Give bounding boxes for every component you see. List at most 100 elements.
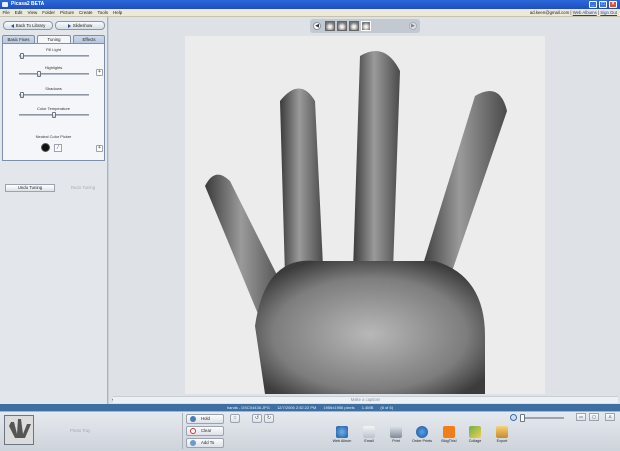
menu-create[interactable]: Create <box>77 9 96 17</box>
palm <box>255 260 485 394</box>
clear-label: Clear <box>201 428 212 433</box>
menu-picture[interactable]: Picture <box>57 9 76 17</box>
web-album-button[interactable]: Web Album <box>330 425 354 449</box>
tab-basic-fixes[interactable]: Basic Fixes <box>2 35 35 43</box>
blogthis-button[interactable]: BlogThis! <box>437 425 461 449</box>
menu-help[interactable]: Help <box>111 9 125 17</box>
status-index: (6 of 6) <box>380 405 394 410</box>
title-bar: Picasa2 BETA _ □ × <box>0 0 620 9</box>
undo-tuning-button[interactable]: Undo Tuning <box>5 184 55 192</box>
web-album-label: Web Album <box>332 439 352 443</box>
star-button[interactable]: ☆ <box>230 414 240 423</box>
filmstrip: ◀ ▶ <box>310 19 420 33</box>
menu-tools[interactable]: Tools <box>95 9 111 17</box>
print-icon <box>390 426 402 438</box>
auto-highlights-wand-icon[interactable]: ✦ <box>96 69 103 76</box>
color-temperature-label: Color Temperature <box>36 106 71 111</box>
next-arrow-icon[interactable]: ▶ <box>409 22 417 30</box>
export-button[interactable]: Export <box>490 425 514 449</box>
view-fit-button[interactable]: ▢ <box>589 413 599 421</box>
sign-out-link[interactable]: Sign Out <box>600 10 617 15</box>
rotate-left-button[interactable]: ↺ <box>252 414 262 423</box>
tab-effects[interactable]: Effects <box>73 35 105 43</box>
finger-middle <box>353 51 400 271</box>
email-button[interactable]: Email <box>357 425 381 449</box>
collage-button[interactable]: Collage <box>463 425 487 449</box>
neutral-color-picker-label: Neutral Color Picker <box>35 134 72 139</box>
back-arrow-icon <box>10 23 14 28</box>
redo-tuning-button: Redo Tuning <box>70 185 96 190</box>
collage-icon <box>469 426 481 438</box>
view-single-button[interactable]: ▭ <box>576 413 586 421</box>
color-temperature-slider[interactable] <box>19 112 89 118</box>
add-to-label: Add To <box>201 440 215 445</box>
fill-light-slider[interactable] <box>19 53 89 59</box>
web-albums-link[interactable]: Web Albums <box>573 10 597 15</box>
filmstrip-thumb[interactable] <box>349 21 359 31</box>
close-button[interactable]: × <box>609 1 617 8</box>
highlights-slider[interactable] <box>19 71 89 77</box>
clear-button[interactable]: Clear <box>186 426 224 436</box>
order-prints-icon <box>416 426 428 438</box>
shadows-label: Shadows <box>45 86 62 91</box>
edit-tabs: Basic Fixes Tuning Effects <box>2 35 105 43</box>
separator: | <box>570 10 572 15</box>
color-temperature-thumb[interactable] <box>52 112 56 118</box>
slideshow-label: Slideshow <box>72 23 93 28</box>
filmstrip-thumb[interactable] <box>325 21 335 31</box>
print-button[interactable]: Print <box>384 425 408 449</box>
app-icon <box>2 2 8 7</box>
photo-tray-label: Photo Tray <box>70 428 91 433</box>
back-to-library-button[interactable]: Back To Library <box>3 21 53 30</box>
export-icon <box>496 426 508 438</box>
slideshow-button[interactable]: Slideshow <box>55 21 105 30</box>
people-icon[interactable]: ♙ <box>605 413 615 421</box>
clear-icon <box>190 428 196 434</box>
hold-label: Hold <box>201 416 210 421</box>
zoom-slider[interactable] <box>520 417 564 419</box>
hold-button[interactable]: Hold <box>186 414 224 424</box>
filmstrip-thumb-selected[interactable] <box>361 21 371 31</box>
order-prints-button[interactable]: Order Prints <box>410 425 434 449</box>
add-to-button[interactable]: Add To <box>186 438 224 448</box>
separator: | <box>597 10 600 15</box>
menu-folder[interactable]: Folder <box>40 9 58 17</box>
zoom-icon[interactable] <box>510 414 517 421</box>
neutral-color-swatch <box>41 143 50 152</box>
eyedropper-icon[interactable]: ⁄ <box>54 144 62 152</box>
status-filesize: 1.4MB <box>361 405 374 410</box>
menu-bar: File Edit View Folder Picture Create Tools Help… <box>0 9 620 17</box>
auto-color-wand-icon[interactable]: ✦ <box>96 145 103 152</box>
menu-view[interactable]: View <box>25 9 40 17</box>
menu-edit[interactable]: Edit <box>12 9 25 17</box>
blogger-icon <box>443 426 455 438</box>
photo-tray-thumbnail[interactable] <box>4 415 34 445</box>
highlights-label: Highlights <box>44 65 63 70</box>
add-to-icon <box>190 440 196 446</box>
shadows-slider[interactable] <box>19 92 89 98</box>
edit-panel: Back To Library Slideshow Basic Fixes Tu… <box>0 17 108 404</box>
email-label: Email <box>364 439 374 443</box>
divider <box>182 413 183 449</box>
tab-tuning[interactable]: Tuning <box>37 35 71 43</box>
play-icon <box>67 23 71 28</box>
rotate-right-button[interactable]: ↻ <box>264 414 274 423</box>
main-photo <box>185 36 545 394</box>
prev-arrow-icon[interactable]: ◀ <box>313 22 321 30</box>
filmstrip-thumb[interactable] <box>337 21 347 31</box>
hold-icon <box>190 416 196 422</box>
shadows-thumb[interactable] <box>20 92 24 98</box>
fill-light-thumb[interactable] <box>20 53 24 59</box>
print-label: Print <box>392 439 400 443</box>
caption-input[interactable]: Make a caption! <box>113 396 618 403</box>
back-to-library-label: Back To Library <box>15 23 46 28</box>
tuning-panel: Fill Light Highlights ✦ Shadows Color Te… <box>2 43 105 192</box>
maximize-button[interactable]: □ <box>599 1 607 8</box>
status-date: 12/7/2006 2:52:22 PM <box>276 405 317 410</box>
highlights-thumb[interactable] <box>37 71 41 77</box>
web-album-icon <box>336 426 348 438</box>
order-prints-label: Order Prints <box>412 439 432 443</box>
minimize-button[interactable]: _ <box>589 1 597 8</box>
menu-file[interactable]: File <box>0 9 12 17</box>
zoom-slider-thumb[interactable] <box>520 414 525 422</box>
